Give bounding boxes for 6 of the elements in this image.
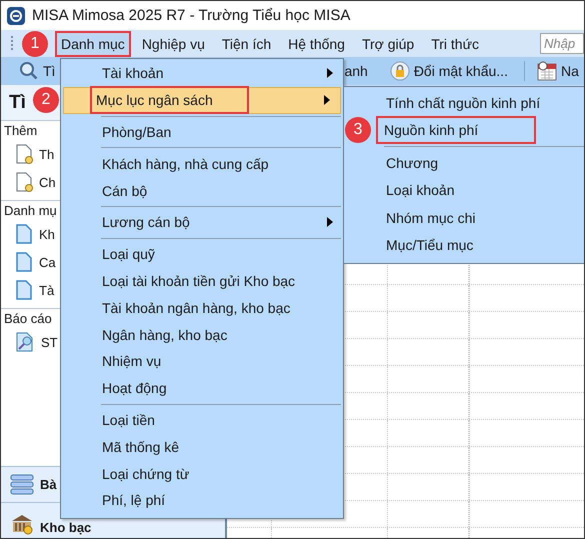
- step-badge: 1: [22, 30, 48, 56]
- window-title: MISA Mimosa 2025 R7 - Trường Tiểu học MISA: [32, 7, 350, 24]
- section-header: Báo cáo: [3, 310, 53, 328]
- section-header: Thêm: [3, 122, 38, 140]
- section-header: Danh mụ: [3, 202, 58, 220]
- step-badge: 3: [345, 117, 371, 144]
